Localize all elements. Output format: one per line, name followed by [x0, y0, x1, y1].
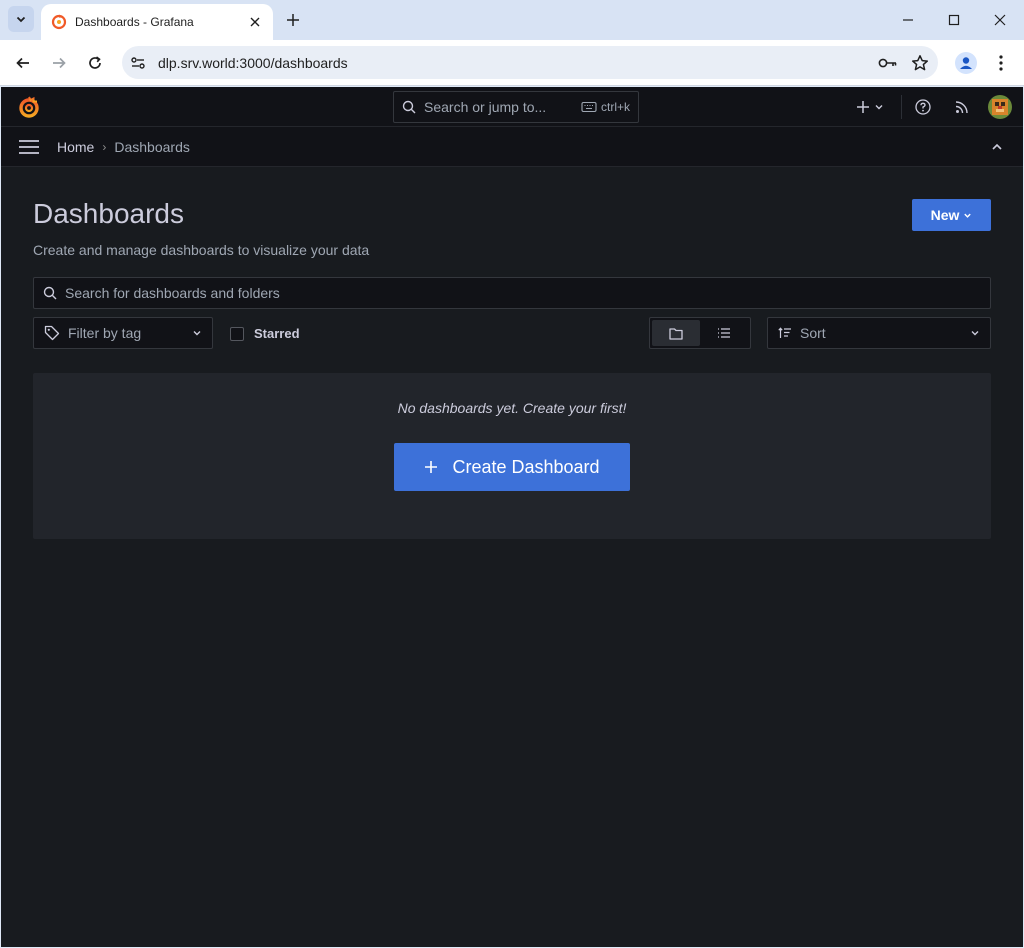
folder-icon	[669, 327, 683, 340]
chevron-down-icon	[964, 213, 972, 218]
keyboard-icon	[581, 101, 597, 113]
sort-select[interactable]: Sort	[767, 317, 991, 349]
tab-title: Dashboards - Grafana	[75, 15, 194, 29]
filter-by-tag-placeholder: Filter by tag	[68, 325, 142, 341]
grafana-logo-icon[interactable]	[17, 95, 41, 119]
plus-icon	[287, 14, 299, 26]
breadcrumb-home-link[interactable]: Home	[57, 139, 94, 155]
user-avatar[interactable]	[988, 95, 1012, 119]
breadcrumb-separator: ›	[102, 140, 107, 154]
minimize-icon	[903, 19, 913, 21]
sort-label: Sort	[800, 325, 826, 341]
search-icon	[402, 100, 416, 114]
grafana-topbar: Search or jump to... ctrl+k	[1, 87, 1023, 127]
empty-state-message: No dashboards yet. Create your first!	[397, 400, 627, 416]
page-subtitle: Create and manage dashboards to visualiz…	[33, 242, 370, 258]
breadcrumb-current: Dashboards	[114, 139, 190, 155]
reload-icon	[89, 56, 101, 69]
rss-icon	[955, 101, 968, 114]
empty-state-panel: No dashboards yet. Create your first! Cr…	[33, 373, 991, 539]
arrow-right-icon	[53, 57, 66, 69]
chevron-down-icon	[16, 16, 26, 23]
reload-button[interactable]	[81, 49, 109, 77]
maximize-window-button[interactable]	[940, 6, 968, 34]
news-feed-button[interactable]	[952, 95, 972, 119]
chevron-up-icon	[992, 143, 1002, 150]
minimize-window-button[interactable]	[894, 6, 922, 34]
close-tab-icon[interactable]	[247, 14, 263, 30]
browser-tabstrip: Dashboards - Grafana	[0, 0, 1024, 40]
starred-checkbox[interactable]	[230, 326, 244, 341]
shortcut-text: ctrl+k	[600, 100, 630, 114]
help-button[interactable]	[913, 95, 933, 119]
list-icon	[718, 328, 730, 338]
starred-label[interactable]: Starred	[254, 326, 300, 341]
more-vertical-icon	[999, 55, 1003, 71]
dashboard-search-input[interactable]: Search for dashboards and folders	[33, 277, 991, 309]
grafana-app: Search or jump to... ctrl+k Home › Dashb…	[1, 87, 1023, 947]
site-settings-icon[interactable]	[124, 49, 152, 77]
maximize-icon	[948, 14, 960, 26]
new-tab-button[interactable]	[281, 8, 305, 32]
profile-icon	[955, 52, 977, 74]
forward-button[interactable]	[45, 49, 73, 77]
search-icon	[43, 286, 57, 300]
new-dashboard-button[interactable]: New	[912, 199, 991, 231]
sort-icon	[778, 327, 791, 338]
url-text[interactable]: dlp.srv.world:3000/dashboards	[158, 55, 874, 71]
starred-filter[interactable]: Starred	[230, 326, 300, 341]
plus-icon	[424, 460, 438, 474]
chevron-down-icon	[971, 331, 979, 336]
plus-icon	[857, 101, 869, 113]
help-circle-icon	[915, 99, 931, 115]
back-button[interactable]	[9, 49, 37, 77]
folder-view-button[interactable]	[652, 320, 700, 346]
password-key-icon[interactable]	[874, 49, 902, 77]
chevron-down-icon	[193, 331, 201, 336]
add-new-menu-button[interactable]	[853, 95, 887, 119]
create-dashboard-button[interactable]: Create Dashboard	[394, 443, 630, 491]
profile-button[interactable]	[952, 49, 980, 77]
dashboard-search-placeholder: Search for dashboards and folders	[65, 285, 280, 301]
chevron-down-icon	[875, 105, 883, 110]
tab-search-button[interactable]	[8, 6, 34, 32]
topbar-divider	[901, 95, 902, 119]
view-toggle	[649, 317, 751, 349]
breadcrumb-bar: Home › Dashboards	[1, 127, 1023, 167]
keyboard-shortcut-hint: ctrl+k	[581, 100, 630, 114]
menu-toggle-icon[interactable]	[19, 139, 39, 155]
global-search-input[interactable]: Search or jump to... ctrl+k	[393, 91, 639, 123]
list-view-button[interactable]	[700, 320, 748, 346]
browser-menu-button[interactable]	[988, 49, 1014, 77]
arrow-left-icon	[16, 57, 29, 69]
page-title: Dashboards	[33, 198, 184, 229]
close-window-button[interactable]	[986, 6, 1014, 34]
new-button-label: New	[930, 207, 960, 223]
close-icon	[994, 14, 1006, 26]
collapse-header-button[interactable]	[989, 139, 1005, 155]
create-dashboard-label: Create Dashboard	[452, 456, 600, 477]
tag-icon	[44, 325, 60, 341]
filter-by-tag-select[interactable]: Filter by tag	[33, 317, 213, 349]
address-bar[interactable]: dlp.srv.world:3000/dashboards	[122, 46, 938, 79]
breadcrumb: Home › Dashboards	[57, 139, 190, 155]
bookmark-star-icon[interactable]	[906, 49, 934, 77]
global-search-placeholder: Search or jump to...	[424, 99, 547, 115]
browser-tab-active[interactable]: Dashboards - Grafana	[41, 4, 273, 40]
browser-toolbar: dlp.srv.world:3000/dashboards	[0, 40, 1024, 86]
grafana-favicon-icon	[51, 14, 67, 30]
